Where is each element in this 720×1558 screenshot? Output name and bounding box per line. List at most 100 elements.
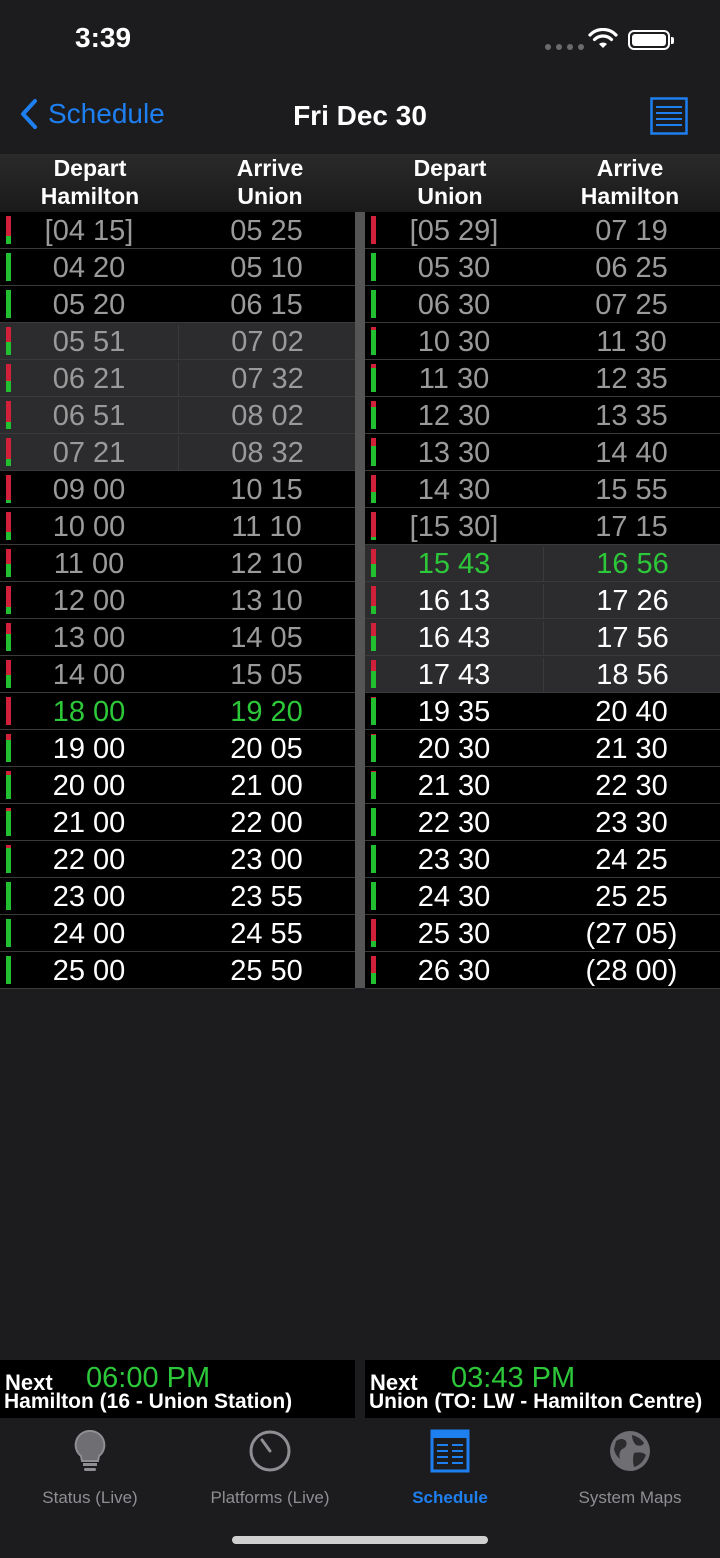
arrive-time: 24 25 <box>595 844 668 876</box>
schedule-row[interactable]: 06 30 07 25 <box>365 286 720 323</box>
depart-time: 17 43 <box>417 659 491 691</box>
tab-system-maps[interactable]: System Maps <box>540 1428 720 1508</box>
schedule-row[interactable]: 26 30 (28 00) <box>365 952 720 989</box>
schedule-row[interactable]: 21 00 22 00 <box>0 804 355 841</box>
depart-time: 12 00 <box>52 585 126 617</box>
schedule-row[interactable]: 06 51 08 02 <box>0 397 355 434</box>
tab-platforms-live[interactable]: Platforms (Live) <box>180 1428 360 1508</box>
arrive-time: 21 30 <box>595 733 668 765</box>
schedule-row[interactable]: 13 30 14 40 <box>365 434 720 471</box>
schedule-row[interactable]: [04 15] 05 25 <box>0 212 355 249</box>
schedule-row[interactable]: 05 30 06 25 <box>365 249 720 286</box>
schedule-row[interactable]: 25 00 25 50 <box>0 952 355 989</box>
next-train-right[interactable]: Next 03:43 PM Union (TO: LW - Hamilton C… <box>365 1360 720 1418</box>
schedule-row[interactable]: 11 00 12 10 <box>0 545 355 582</box>
schedule-row[interactable]: 10 30 11 30 <box>365 323 720 360</box>
arrive-time: 15 55 <box>595 474 668 506</box>
arrive-time: 20 40 <box>595 696 668 728</box>
schedule-row[interactable]: 15 43 16 56 <box>365 545 720 582</box>
tab-label: Status (Live) <box>42 1488 138 1507</box>
arrive-time: 23 30 <box>595 807 668 839</box>
depart-time: 26 30 <box>417 955 491 987</box>
schedule-row[interactable]: 07 21 08 32 <box>0 434 355 471</box>
schedule-row[interactable]: [15 30] 17 15 <box>365 508 720 545</box>
tab-label: Platforms (Live) <box>210 1488 330 1507</box>
schedule-row[interactable]: 24 00 24 55 <box>0 915 355 952</box>
arrive-time: 17 15 <box>595 511 668 543</box>
arrive-time: 21 00 <box>230 770 303 802</box>
schedule-row[interactable]: 16 43 17 56 <box>365 619 720 656</box>
arrive-time: 11 10 <box>231 511 302 543</box>
schedule-row[interactable]: 12 00 13 10 <box>0 582 355 619</box>
arrive-time: 05 25 <box>230 215 303 247</box>
schedule-row[interactable]: 19 00 20 05 <box>0 730 355 767</box>
table-divider <box>355 212 365 988</box>
depart-time: 04 20 <box>52 252 126 284</box>
schedule-row[interactable]: [05 29] 07 19 <box>365 212 720 249</box>
arrive-time: 17 26 <box>543 584 720 618</box>
schedule-row[interactable]: 04 20 05 10 <box>0 249 355 286</box>
schedule-row[interactable]: 23 00 23 55 <box>0 878 355 915</box>
list-view-button[interactable] <box>650 97 688 140</box>
schedule-row[interactable]: 20 00 21 00 <box>0 767 355 804</box>
schedule-row[interactable]: 14 00 15 05 <box>0 656 355 693</box>
schedule-row[interactable]: 10 00 11 10 <box>0 508 355 545</box>
arrive-time: 15 05 <box>230 659 303 691</box>
depart-time: 19 00 <box>52 733 126 765</box>
schedule-row[interactable]: 21 30 22 30 <box>365 767 720 804</box>
battery-icon <box>628 30 674 50</box>
schedule-row[interactable]: 24 30 25 25 <box>365 878 720 915</box>
schedule-row[interactable]: 11 30 12 35 <box>365 360 720 397</box>
depart-time: 16 43 <box>417 622 491 654</box>
schedule-row[interactable]: 19 35 20 40 <box>365 693 720 730</box>
globe-icon <box>540 1428 720 1474</box>
schedule-row[interactable]: 16 13 17 26 <box>365 582 720 619</box>
tab-label: System Maps <box>578 1488 682 1507</box>
schedule-row[interactable]: 25 30 (27 05) <box>365 915 720 952</box>
next-destination: Union (TO: LW - Hamilton Centre) <box>369 1390 703 1413</box>
home-indicator <box>232 1536 488 1544</box>
header-arrive-hamilton: Arrive Hamilton <box>580 155 680 209</box>
depart-time: 05 20 <box>52 289 126 321</box>
arrive-time: (27 05) <box>585 918 678 950</box>
arrive-time: 11 30 <box>596 326 667 358</box>
depart-time: 13 00 <box>52 622 126 654</box>
schedule-row[interactable]: 22 00 23 00 <box>0 841 355 878</box>
arrive-time: 08 32 <box>178 436 356 470</box>
header-arrive-union: Arrive Union <box>236 155 304 209</box>
depart-time: 05 51 <box>52 326 126 358</box>
tab-schedule[interactable]: Schedule <box>360 1428 540 1508</box>
schedule-row[interactable]: 14 30 15 55 <box>365 471 720 508</box>
depart-time: 06 51 <box>52 400 126 432</box>
arrive-time: 12 10 <box>230 548 303 580</box>
schedule-row[interactable]: 12 30 13 35 <box>365 397 720 434</box>
clock-icon <box>180 1428 360 1474</box>
schedule-row[interactable]: 09 00 10 15 <box>0 471 355 508</box>
tab-label: Schedule <box>412 1488 488 1507</box>
schedule-row[interactable]: 05 51 07 02 <box>0 323 355 360</box>
arrive-time: 24 55 <box>230 918 303 950</box>
depart-time: 25 30 <box>417 918 491 950</box>
schedule-row[interactable]: 23 30 24 25 <box>365 841 720 878</box>
arrive-time: 23 00 <box>230 844 303 876</box>
tab-status-live[interactable]: Status (Live) <box>0 1428 180 1508</box>
schedule-row[interactable]: 17 43 18 56 <box>365 656 720 693</box>
schedule-row[interactable]: 22 30 23 30 <box>365 804 720 841</box>
arrive-time: 07 19 <box>595 215 668 247</box>
arrive-time: 18 56 <box>543 658 720 692</box>
column-headers: Depart Hamilton Arrive Union Depart Union A… <box>0 154 720 212</box>
arrive-time: 06 25 <box>595 252 668 284</box>
depart-time: 15 43 <box>417 548 491 580</box>
depart-time: 20 00 <box>52 770 126 802</box>
schedule-row[interactable]: 18 00 19 20 <box>0 693 355 730</box>
arrive-time: 14 40 <box>595 437 668 469</box>
next-train-left[interactable]: Next 06:00 PM Hamilton (16 - Union Stati… <box>0 1360 355 1418</box>
arrive-time: 05 10 <box>230 252 303 284</box>
schedule-row[interactable]: 13 00 14 05 <box>0 619 355 656</box>
arrive-time: 16 56 <box>543 547 720 581</box>
schedule-row[interactable]: 05 20 06 15 <box>0 286 355 323</box>
schedule-row[interactable]: 06 21 07 32 <box>0 360 355 397</box>
schedule-row[interactable]: 20 30 21 30 <box>365 730 720 767</box>
wifi-icon <box>588 27 618 55</box>
schedule-table-hamilton-union: [04 15] 05 25 04 20 05 10 05 20 06 15 05 51 07 … <box>0 212 355 989</box>
